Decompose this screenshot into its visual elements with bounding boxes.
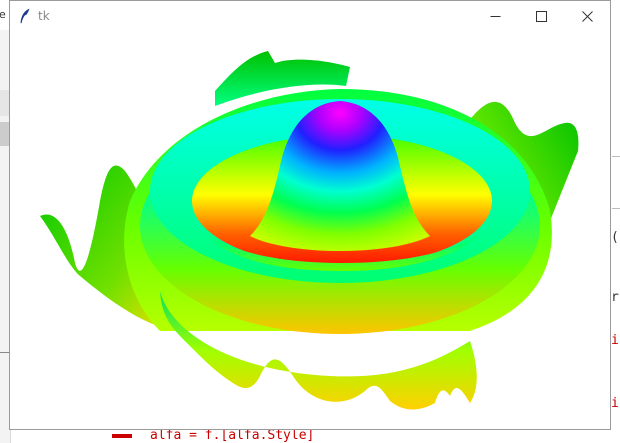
background-code-fragment: ( (611, 230, 619, 245)
maximize-button[interactable] (518, 1, 564, 31)
close-icon (581, 10, 593, 22)
title-bar[interactable]: tk (10, 1, 610, 31)
minimize-icon (490, 15, 500, 17)
minimize-button[interactable] (472, 1, 518, 31)
background-divider (612, 208, 620, 209)
background-error-marker (112, 434, 132, 438)
background-left-text: e (0, 8, 6, 21)
background-code-fragment: r (611, 290, 619, 305)
tk-window[interactable]: tk (9, 0, 611, 430)
background-editor-line: alfa = f.[alfa.Style] (100, 430, 612, 443)
background-right-panel (612, 0, 620, 443)
3d-surface-plot (40, 51, 579, 410)
background-code-fragment: i (611, 396, 619, 411)
background-divider (612, 156, 620, 157)
close-button[interactable] (564, 1, 610, 31)
background-code-line: alfa = f.[alfa.Style] (150, 430, 315, 443)
background-code-fragment: i (611, 333, 619, 348)
maximize-icon (535, 10, 547, 22)
tk-feather-icon (18, 8, 32, 24)
window-title: tk (38, 9, 50, 23)
plot-canvas[interactable] (10, 31, 610, 429)
